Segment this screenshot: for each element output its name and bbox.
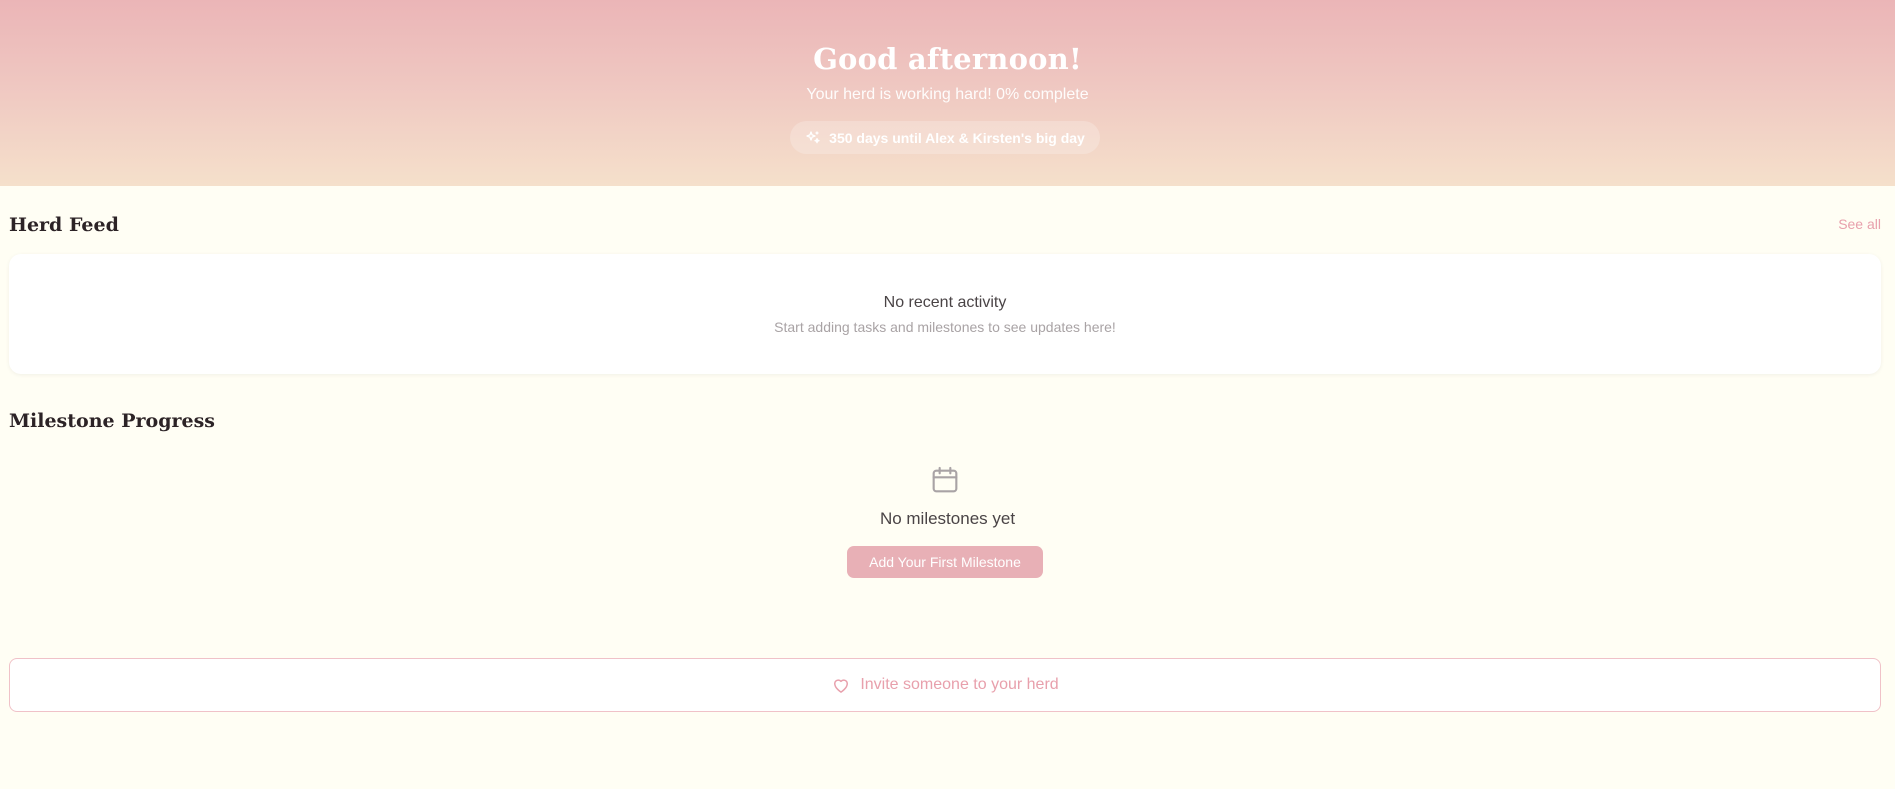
feed-empty-title: No recent activity xyxy=(883,294,1007,311)
hero-header: Good afternoon! Your herd is working har… xyxy=(0,0,1895,186)
feed-empty-subtitle: Start adding tasks and milestones to see… xyxy=(774,319,1116,335)
herd-feed-title: Herd Feed xyxy=(9,214,119,236)
countdown-badge: 350 days until Alex & Kirsten's big day xyxy=(790,121,1100,154)
add-first-milestone-button[interactable]: Add Your First Milestone xyxy=(847,546,1043,578)
countdown-text: 350 days until Alex & Kirsten's big day xyxy=(829,129,1085,146)
heart-icon xyxy=(831,675,851,695)
invite-label: Invite someone to your herd xyxy=(860,676,1059,693)
see-all-link[interactable]: See all xyxy=(1838,215,1881,233)
progress-subtitle: Your herd is working hard! 0% complete xyxy=(806,86,1089,103)
sparkles-icon xyxy=(805,130,821,146)
milestone-progress-title: Milestone Progress xyxy=(9,410,215,432)
greeting-title: Good afternoon! xyxy=(813,42,1082,76)
milestones-empty-title: No milestones yet xyxy=(879,509,1016,528)
herd-feed-card: No recent activity Start adding tasks an… xyxy=(9,254,1881,374)
invite-herd-button[interactable]: Invite someone to your herd xyxy=(9,658,1881,712)
calendar-icon xyxy=(929,464,961,496)
